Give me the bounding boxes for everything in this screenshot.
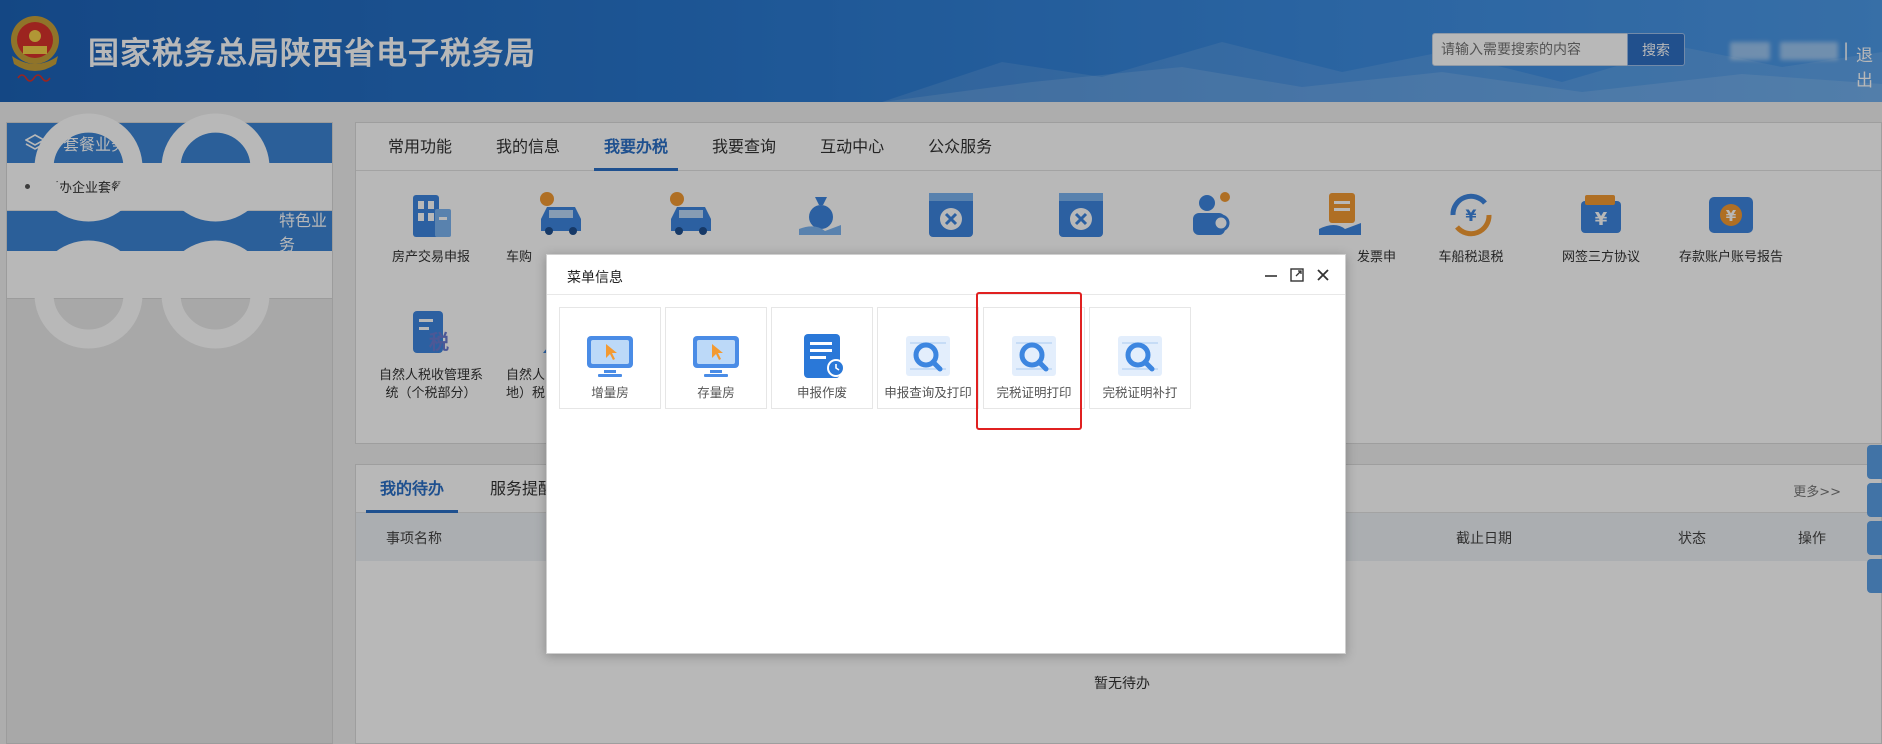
close-icon[interactable] <box>1315 267 1331 283</box>
magnifier-doc-icon <box>1118 336 1162 376</box>
monitor-cursor-icon <box>693 336 739 377</box>
minimize-icon[interactable] <box>1263 267 1279 283</box>
document-clock-icon <box>804 334 845 378</box>
menu-item-label: 存量房 <box>697 385 735 400</box>
menu-item-tax-certificate-reprint[interactable]: 完税证明补打 <box>1089 307 1191 409</box>
dialog-header: 菜单信息 <box>547 255 1345 295</box>
menu-item-label: 增量房 <box>591 385 629 400</box>
menu-item-label: 申报作废 <box>796 385 847 400</box>
dialog-title: 菜单信息 <box>567 270 623 286</box>
menu-item-label: 申报查询及打印 <box>884 385 972 400</box>
menu-item-label: 完税证明补打 <box>1102 385 1178 400</box>
maximize-icon[interactable] <box>1289 267 1305 283</box>
menu-item-increment-house[interactable]: 增量房 <box>559 307 661 409</box>
monitor-cursor-icon <box>587 336 633 377</box>
menu-item-declaration-query-print[interactable]: 申报查询及打印 <box>877 307 979 409</box>
menu-item-existing-house[interactable]: 存量房 <box>665 307 767 409</box>
menu-item-void-declaration[interactable]: 申报作废 <box>771 307 873 409</box>
magnifier-doc-icon <box>906 336 950 376</box>
highlight-box <box>976 292 1082 430</box>
menu-info-dialog: 菜单信息 增量房 存量房 申报作废 申报查询及打印 完税证明打印 完税证明补打 <box>546 254 1346 654</box>
